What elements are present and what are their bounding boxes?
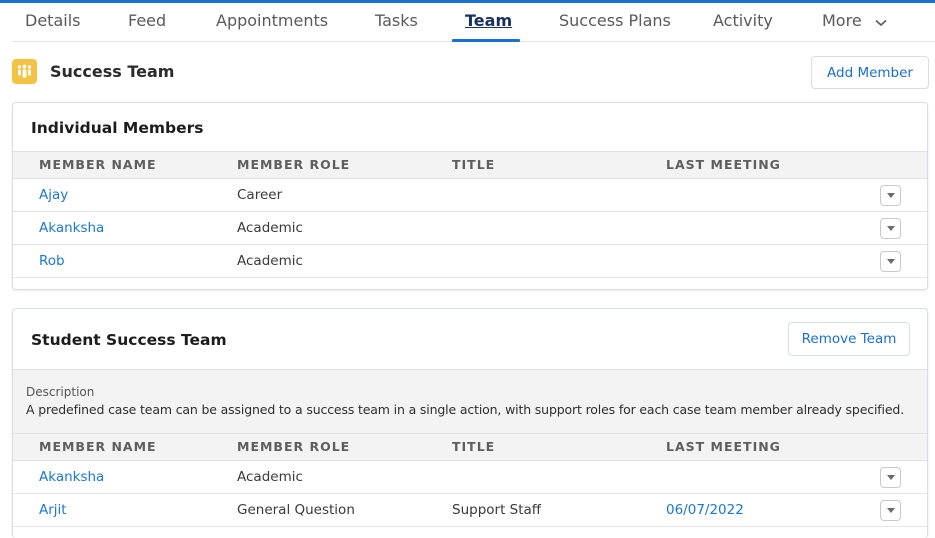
caret-down-icon xyxy=(886,475,895,480)
member-name-link[interactable]: Ajay xyxy=(39,187,68,203)
row-actions-button[interactable] xyxy=(880,251,901,272)
student-success-team-title: Student Success Team xyxy=(31,331,227,349)
column-header-last-meeting: LAST MEETING xyxy=(666,157,781,172)
team-icon xyxy=(12,59,37,84)
column-header-member-name: MEMBER NAME xyxy=(39,157,157,172)
tab-success-plans[interactable]: Success Plans xyxy=(559,11,671,30)
success-team-header: Success Team Add Member xyxy=(0,55,935,91)
member-name-link[interactable]: Arjit xyxy=(39,502,67,518)
caret-down-icon xyxy=(886,193,895,198)
row-actions-button[interactable] xyxy=(880,218,901,239)
table-row: Ajay Career xyxy=(13,179,927,212)
row-actions-button[interactable] xyxy=(880,185,901,206)
caret-down-icon xyxy=(886,226,895,231)
row-actions-button[interactable] xyxy=(880,467,901,488)
table-row: Akanksha Academic xyxy=(13,461,927,494)
tab-appointments[interactable]: Appointments xyxy=(216,11,328,30)
column-header-member-name: MEMBER NAME xyxy=(39,439,157,454)
member-title: Support Staff xyxy=(452,502,542,518)
last-meeting[interactable]: 06/07/2022 xyxy=(666,502,744,518)
member-role: Career xyxy=(237,187,283,203)
tab-more-label: More xyxy=(822,11,862,30)
member-role: Academic xyxy=(237,220,303,236)
description-section: Description A predefined case team can b… xyxy=(13,369,927,433)
member-name-link[interactable]: Rob xyxy=(39,253,65,269)
add-member-button[interactable]: Add Member xyxy=(811,56,929,89)
table-header: MEMBER NAME MEMBER ROLE TITLE LAST MEETI… xyxy=(13,151,927,179)
remove-team-button[interactable]: Remove Team xyxy=(788,322,910,356)
description-text: A predefined case team can be assigned t… xyxy=(26,402,905,417)
member-role: General Question xyxy=(237,502,355,518)
active-tab-indicator xyxy=(452,39,520,42)
tab-details[interactable]: Details xyxy=(25,11,80,30)
student-success-team-card: Student Success Team Remove Team Descrip… xyxy=(12,308,928,538)
column-header-title: TITLE xyxy=(452,439,496,454)
tab-team[interactable]: Team xyxy=(465,11,512,30)
column-header-title: TITLE xyxy=(452,157,496,172)
column-header-last-meeting: LAST MEETING xyxy=(666,439,781,454)
tab-feed[interactable]: Feed xyxy=(128,11,166,30)
tab-tasks[interactable]: Tasks xyxy=(375,11,418,30)
table-row: Arjit General Question Support Staff 06/… xyxy=(13,494,927,527)
table-row: Rob Academic xyxy=(13,245,927,278)
column-header-member-role: MEMBER ROLE xyxy=(237,439,351,454)
chevron-down-icon xyxy=(875,12,887,31)
member-name-link[interactable]: Akanksha xyxy=(39,220,104,236)
caret-down-icon xyxy=(886,259,895,264)
row-actions-button[interactable] xyxy=(880,500,901,521)
individual-members-title: Individual Members xyxy=(31,119,204,137)
member-role: Academic xyxy=(237,469,303,485)
caret-down-icon xyxy=(886,508,895,513)
table-row: Akanksha Academic xyxy=(13,212,927,245)
table-header: MEMBER NAME MEMBER ROLE TITLE LAST MEETI… xyxy=(13,433,927,461)
tab-more[interactable]: More xyxy=(822,11,887,31)
individual-members-card: Individual Members MEMBER NAME MEMBER RO… xyxy=(12,102,928,290)
member-role: Academic xyxy=(237,253,303,269)
record-tabs: Details Feed Appointments Tasks Team Suc… xyxy=(0,3,935,43)
page-title: Success Team xyxy=(50,62,175,81)
member-name-link[interactable]: Akanksha xyxy=(39,469,104,485)
tab-activity[interactable]: Activity xyxy=(713,11,773,30)
description-label: Description xyxy=(26,385,95,399)
column-header-member-role: MEMBER ROLE xyxy=(237,157,351,172)
